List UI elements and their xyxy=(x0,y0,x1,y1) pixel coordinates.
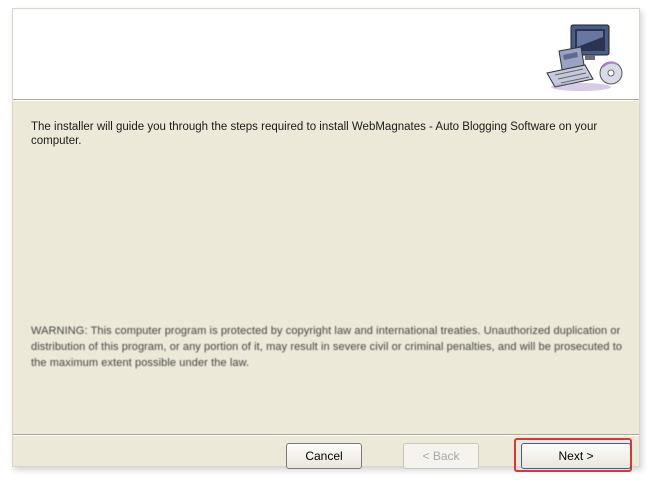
header-divider xyxy=(13,99,639,101)
copyright-warning-text: WARNING: This computer program is protec… xyxy=(31,325,623,369)
installer-dialog: The installer will guide you through the… xyxy=(12,8,640,467)
back-button[interactable]: < Back xyxy=(403,443,479,469)
cancel-button[interactable]: Cancel xyxy=(286,443,362,469)
next-button[interactable]: Next > xyxy=(521,443,631,469)
intro-text: The installer will guide you through the… xyxy=(31,121,598,147)
dialog-header xyxy=(13,9,639,99)
computer-setup-icon xyxy=(546,24,623,91)
footer-divider xyxy=(13,434,639,436)
